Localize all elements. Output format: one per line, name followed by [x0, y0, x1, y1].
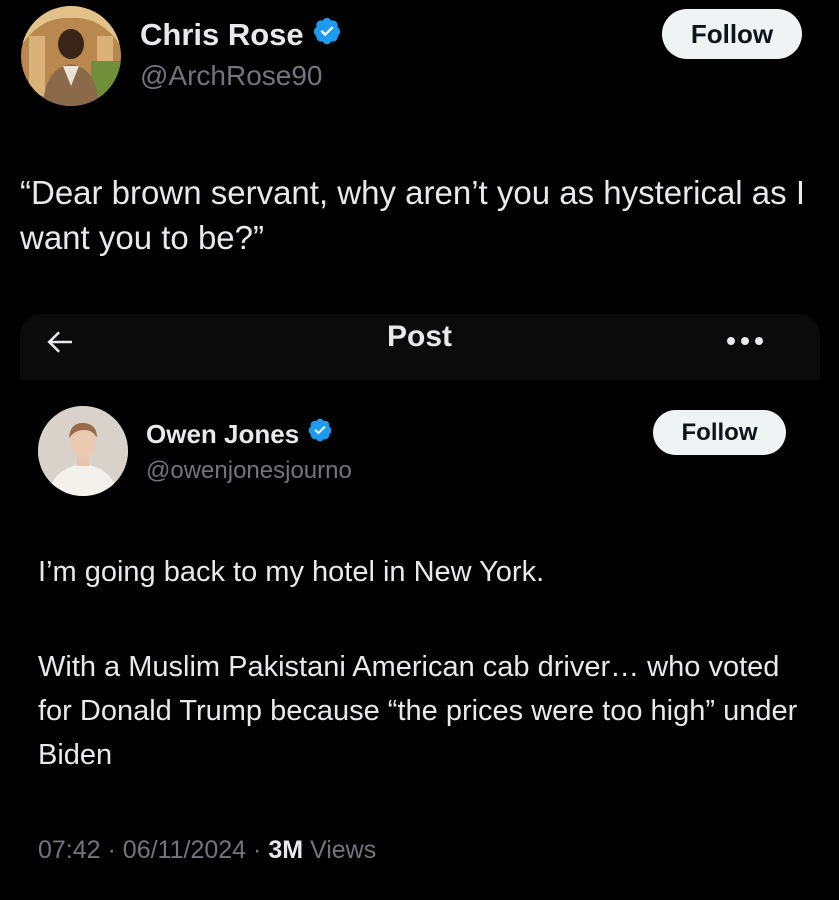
follow-button[interactable]: Follow	[662, 9, 802, 59]
quoted-author-name-text: Owen Jones	[146, 418, 300, 449]
tweet-text: “Dear brown servant, why aren’t you as h…	[20, 174, 805, 256]
quoted-author-handle[interactable]: @owenjonesjourno	[146, 456, 352, 486]
author-avatar[interactable]	[21, 6, 121, 106]
quoted-post-paragraph: With a Muslim Pakistani American cab dri…	[38, 651, 798, 771]
avatar-photo	[21, 6, 121, 106]
verified-badge-icon	[312, 16, 342, 54]
author-handle[interactable]: @ArchRose90	[140, 59, 323, 93]
quoted-author-avatar[interactable]	[38, 406, 128, 496]
more-options-button[interactable]	[715, 324, 775, 358]
quoted-post-card	[20, 314, 820, 900]
post-date[interactable]: 06/11/2024	[123, 836, 246, 864]
author-name-text: Chris Rose	[140, 17, 304, 52]
quoted-post-paragraph: I’m going back to my hotel in New York.	[38, 556, 545, 588]
verified-badge-icon	[307, 417, 333, 450]
post-time[interactable]: 07:42	[38, 836, 101, 864]
views-count: 3M	[268, 836, 304, 864]
quoted-follow-button[interactable]: Follow	[653, 410, 786, 455]
post-header-title: Post	[386, 320, 452, 353]
meta-separator: ·	[107, 836, 116, 864]
quoted-author-name[interactable]: Owen Jones	[146, 417, 333, 450]
views-label: Views	[310, 836, 377, 864]
meta-separator: ·	[253, 836, 262, 864]
author-name[interactable]: Chris Rose	[140, 16, 342, 54]
avatar-photo	[38, 406, 128, 496]
more-horizontal-icon	[727, 337, 763, 345]
post-metadata: 07:42 · 06/11/2024 · 3M Views	[38, 834, 376, 866]
